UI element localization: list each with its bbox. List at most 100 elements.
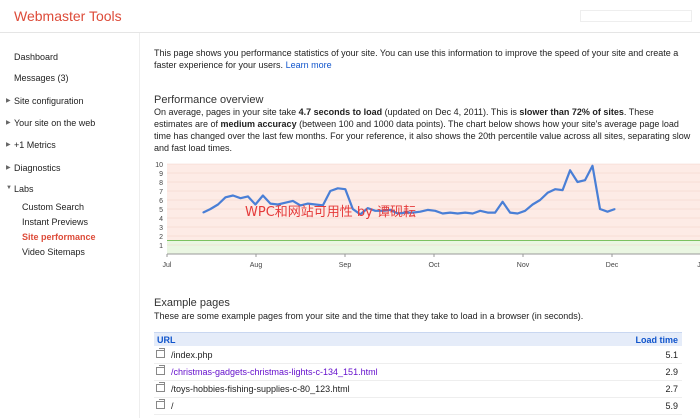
table-row: / 5.9 xyxy=(154,398,682,415)
x-tick-label: Sep xyxy=(339,262,352,269)
y-tick-label: 4 xyxy=(159,216,163,223)
series-point xyxy=(532,203,534,206)
series-point xyxy=(569,169,571,171)
external-link-icon[interactable] xyxy=(156,399,165,409)
example-pages-title: Example pages xyxy=(154,297,230,309)
fast-zone xyxy=(167,240,700,254)
series-point xyxy=(554,188,556,190)
row-load-time: 2.7 xyxy=(665,384,678,394)
x-tick-label: Nov xyxy=(517,262,530,269)
row-url[interactable]: / xyxy=(171,401,174,411)
x-tick-label: Jul xyxy=(163,262,172,269)
table-row: /index.php 5.1 xyxy=(154,347,682,364)
sidebar-item-label: Your site on the web xyxy=(14,118,96,128)
series-point xyxy=(337,187,339,189)
series-point xyxy=(472,212,474,215)
sidebar-item-label: +1 Metrics xyxy=(14,140,56,150)
header-search-box[interactable] xyxy=(580,10,692,22)
sidebar-item-label: Labs xyxy=(14,184,34,194)
row-url[interactable]: /christmas-gadgets-christmas-lights-c-13… xyxy=(171,367,378,377)
performance-chart: 10987654321JulAugSepOctNovDecJaWPC和网站可用性… xyxy=(145,160,700,270)
intro-text: This page shows you performance statisti… xyxy=(154,48,679,70)
sidebar-item-custom-search[interactable]: Custom Search xyxy=(22,202,84,212)
series-point xyxy=(487,212,489,214)
overview-text-2: (updated on Dec 4, 2011). This is xyxy=(382,107,520,117)
example-pages-description: These are some example pages from your s… xyxy=(154,311,584,321)
series-point xyxy=(292,200,294,202)
x-tick-label: Dec xyxy=(606,262,619,269)
load-time-bold: 4.7 seconds to load xyxy=(298,107,383,117)
sidebar-item-instant-previews[interactable]: Instant Previews xyxy=(22,217,88,227)
series-point xyxy=(539,199,541,201)
row-load-time: 5.1 xyxy=(665,350,678,360)
series-point xyxy=(509,212,511,214)
series-point xyxy=(562,189,564,191)
brand-title[interactable]: Webmaster Tools xyxy=(14,8,122,24)
overview-paragraph: On average, pages in your site take 4.7 … xyxy=(154,106,694,154)
performance-overview-title: Performance overview xyxy=(154,94,264,106)
series-point xyxy=(599,208,601,210)
sidebar-item-site-performance[interactable]: Site performance xyxy=(22,232,96,242)
series-point xyxy=(517,212,519,215)
overview-text-1: On average, pages in your site take xyxy=(154,107,299,117)
row-url[interactable]: /index.php xyxy=(171,350,213,360)
series-point xyxy=(284,202,286,204)
col-load-time-header[interactable]: Load time xyxy=(635,335,678,345)
sidebar-item-dashboard[interactable]: Dashboard xyxy=(14,52,58,62)
y-tick-label: 3 xyxy=(159,225,163,232)
sidebar-item-label: Diagnostics xyxy=(14,163,61,173)
x-tick-label: Aug xyxy=(250,262,263,269)
series-point xyxy=(427,209,429,211)
chart-svg: 10987654321JulAugSepOctNovDecJaWPC和网站可用性… xyxy=(155,162,700,269)
sidebar-item-plus1-metrics[interactable]: ▶ +1 Metrics xyxy=(6,140,56,150)
y-tick-label: 10 xyxy=(155,162,163,169)
y-tick-label: 1 xyxy=(159,243,163,250)
x-tick-label: Oct xyxy=(429,262,440,269)
external-link-icon[interactable] xyxy=(156,382,165,392)
table-row: /christmas-gadgets-christmas-lights-c-13… xyxy=(154,364,682,381)
sidebar-item-site-configuration[interactable]: ▶ Site configuration xyxy=(6,96,84,106)
series-point xyxy=(442,212,444,215)
y-tick-label: 6 xyxy=(159,198,163,205)
y-tick-label: 7 xyxy=(159,189,163,196)
sidebar-item-video-sitemaps[interactable]: Video Sitemaps xyxy=(22,247,85,257)
sidebar-item-diagnostics[interactable]: ▶ Diagnostics xyxy=(6,163,61,173)
sidebar-item-your-site[interactable]: ▶ Your site on the web xyxy=(6,118,96,128)
series-point xyxy=(329,190,331,192)
series-point xyxy=(209,208,212,210)
row-load-time: 2.9 xyxy=(665,367,678,377)
series-point xyxy=(247,195,249,197)
table-row: /toys-hobbies-fishing-supplies-c-80_123.… xyxy=(154,381,682,398)
sidebar-item-labs[interactable]: ▼ Labs xyxy=(6,184,34,194)
series-point xyxy=(434,210,436,212)
sidebar-item-label: Site configuration xyxy=(14,96,84,106)
series-point xyxy=(606,211,609,213)
slow-zone xyxy=(167,164,700,241)
sidebar-item-messages[interactable]: Messages (3) xyxy=(14,73,69,83)
series-point xyxy=(232,194,234,197)
series-point xyxy=(262,194,264,197)
y-tick-label: 5 xyxy=(159,207,163,214)
expand-arrow-icon: ▶ xyxy=(6,165,11,171)
series-point xyxy=(614,208,616,210)
external-link-icon[interactable] xyxy=(156,365,165,375)
col-url-header[interactable]: URL xyxy=(157,335,176,345)
learn-more-link[interactable]: Learn more xyxy=(286,60,332,70)
expand-arrow-icon: ▶ xyxy=(6,98,11,104)
y-tick-label: 8 xyxy=(159,180,163,187)
table-header: URL Load time xyxy=(154,332,682,346)
series-point xyxy=(224,196,227,198)
series-point xyxy=(239,197,242,199)
watermark-text: WPC和网站可用性 by 谭砚耘 xyxy=(245,205,416,220)
accuracy-bold: medium accuracy xyxy=(220,119,297,129)
series-point xyxy=(464,212,466,214)
series-point xyxy=(591,165,594,167)
collapse-arrow-icon: ▼ xyxy=(6,185,12,191)
external-link-icon[interactable] xyxy=(156,348,165,358)
expand-arrow-icon: ▶ xyxy=(6,120,11,126)
intro-paragraph: This page shows you performance statisti… xyxy=(154,47,684,71)
row-url[interactable]: /toys-hobbies-fishing-supplies-c-80_123.… xyxy=(171,384,350,394)
series-point xyxy=(419,211,421,213)
sidebar-nav: Dashboard Messages (3) ▶ Site configurati… xyxy=(0,33,140,418)
app-header: Webmaster Tools xyxy=(0,0,700,33)
